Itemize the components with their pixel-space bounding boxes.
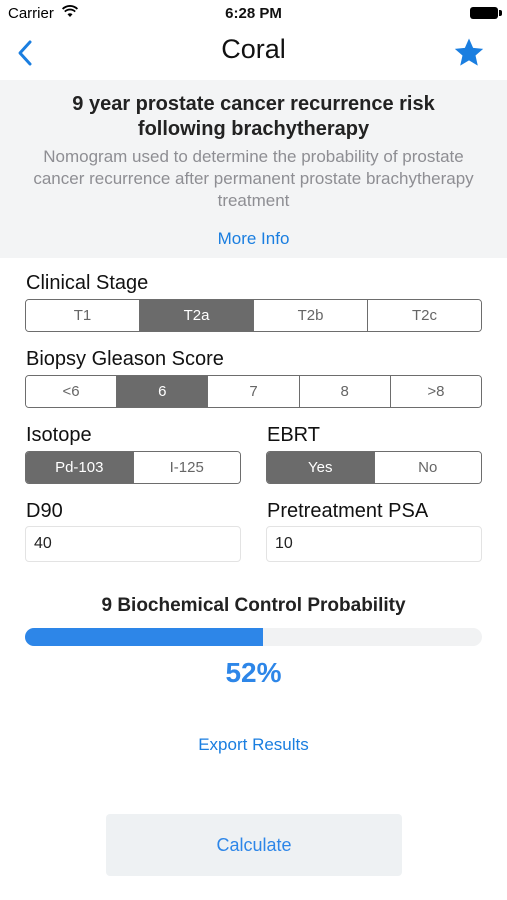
ebrt-option[interactable]: No bbox=[373, 452, 481, 483]
battery-tip bbox=[499, 10, 502, 16]
clinical-stage-option[interactable]: T2c bbox=[367, 300, 481, 331]
psa-label: Pretreatment PSA bbox=[267, 500, 429, 522]
result-title: 9 Biochemical Control Probability bbox=[101, 595, 406, 616]
favorite-button[interactable] bbox=[452, 36, 486, 70]
psa-input[interactable]: 10 bbox=[266, 526, 482, 562]
gleason-option[interactable]: >8 bbox=[389, 376, 481, 407]
d90-label: D90 bbox=[26, 500, 63, 522]
clinical-stage-control: T1 T2a T2b T2c bbox=[25, 299, 482, 332]
ebrt-option[interactable]: Yes bbox=[267, 452, 374, 483]
gleason-label: Biopsy Gleason Score bbox=[26, 348, 224, 370]
clinical-stage-option[interactable]: T1 bbox=[26, 300, 139, 331]
isotope-option[interactable]: Pd-103 bbox=[26, 452, 133, 483]
page-title: Coral bbox=[221, 34, 286, 64]
calculator-description: Nomogram used to determine the probabili… bbox=[33, 147, 474, 210]
export-results-link[interactable]: Export Results bbox=[0, 735, 507, 755]
ebrt-label: EBRT bbox=[267, 424, 320, 446]
battery-icon bbox=[470, 7, 498, 19]
isotope-control: Pd-103 I-125 bbox=[25, 451, 241, 484]
gleason-option[interactable]: 8 bbox=[298, 376, 390, 407]
ebrt-control: Yes No bbox=[266, 451, 482, 484]
isotope-option[interactable]: I-125 bbox=[132, 452, 240, 483]
calculator-title: 9 year prostate cancer recurrence risk f… bbox=[72, 93, 435, 140]
calculate-button[interactable]: Calculate bbox=[106, 814, 402, 876]
gleason-option[interactable]: 7 bbox=[207, 376, 299, 407]
clock: 6:28 PM bbox=[225, 5, 282, 22]
probability-bar-fill bbox=[25, 628, 263, 646]
status-bar: Carrier 6:28 PM bbox=[0, 0, 507, 28]
star-icon bbox=[454, 38, 484, 66]
probability-percent: 52% bbox=[225, 657, 282, 688]
gleason-option[interactable]: 6 bbox=[116, 376, 208, 407]
gleason-control: <6 6 7 8 >8 bbox=[25, 375, 482, 408]
clinical-stage-label: Clinical Stage bbox=[26, 272, 149, 294]
isotope-label: Isotope bbox=[26, 424, 92, 446]
more-info-link[interactable]: More Info bbox=[0, 229, 507, 249]
clinical-stage-option[interactable]: T2a bbox=[139, 300, 253, 331]
gleason-option[interactable]: <6 bbox=[26, 376, 117, 407]
clinical-stage-option[interactable]: T2b bbox=[253, 300, 367, 331]
d90-input[interactable]: 40 bbox=[25, 526, 241, 562]
probability-bar bbox=[25, 628, 482, 646]
